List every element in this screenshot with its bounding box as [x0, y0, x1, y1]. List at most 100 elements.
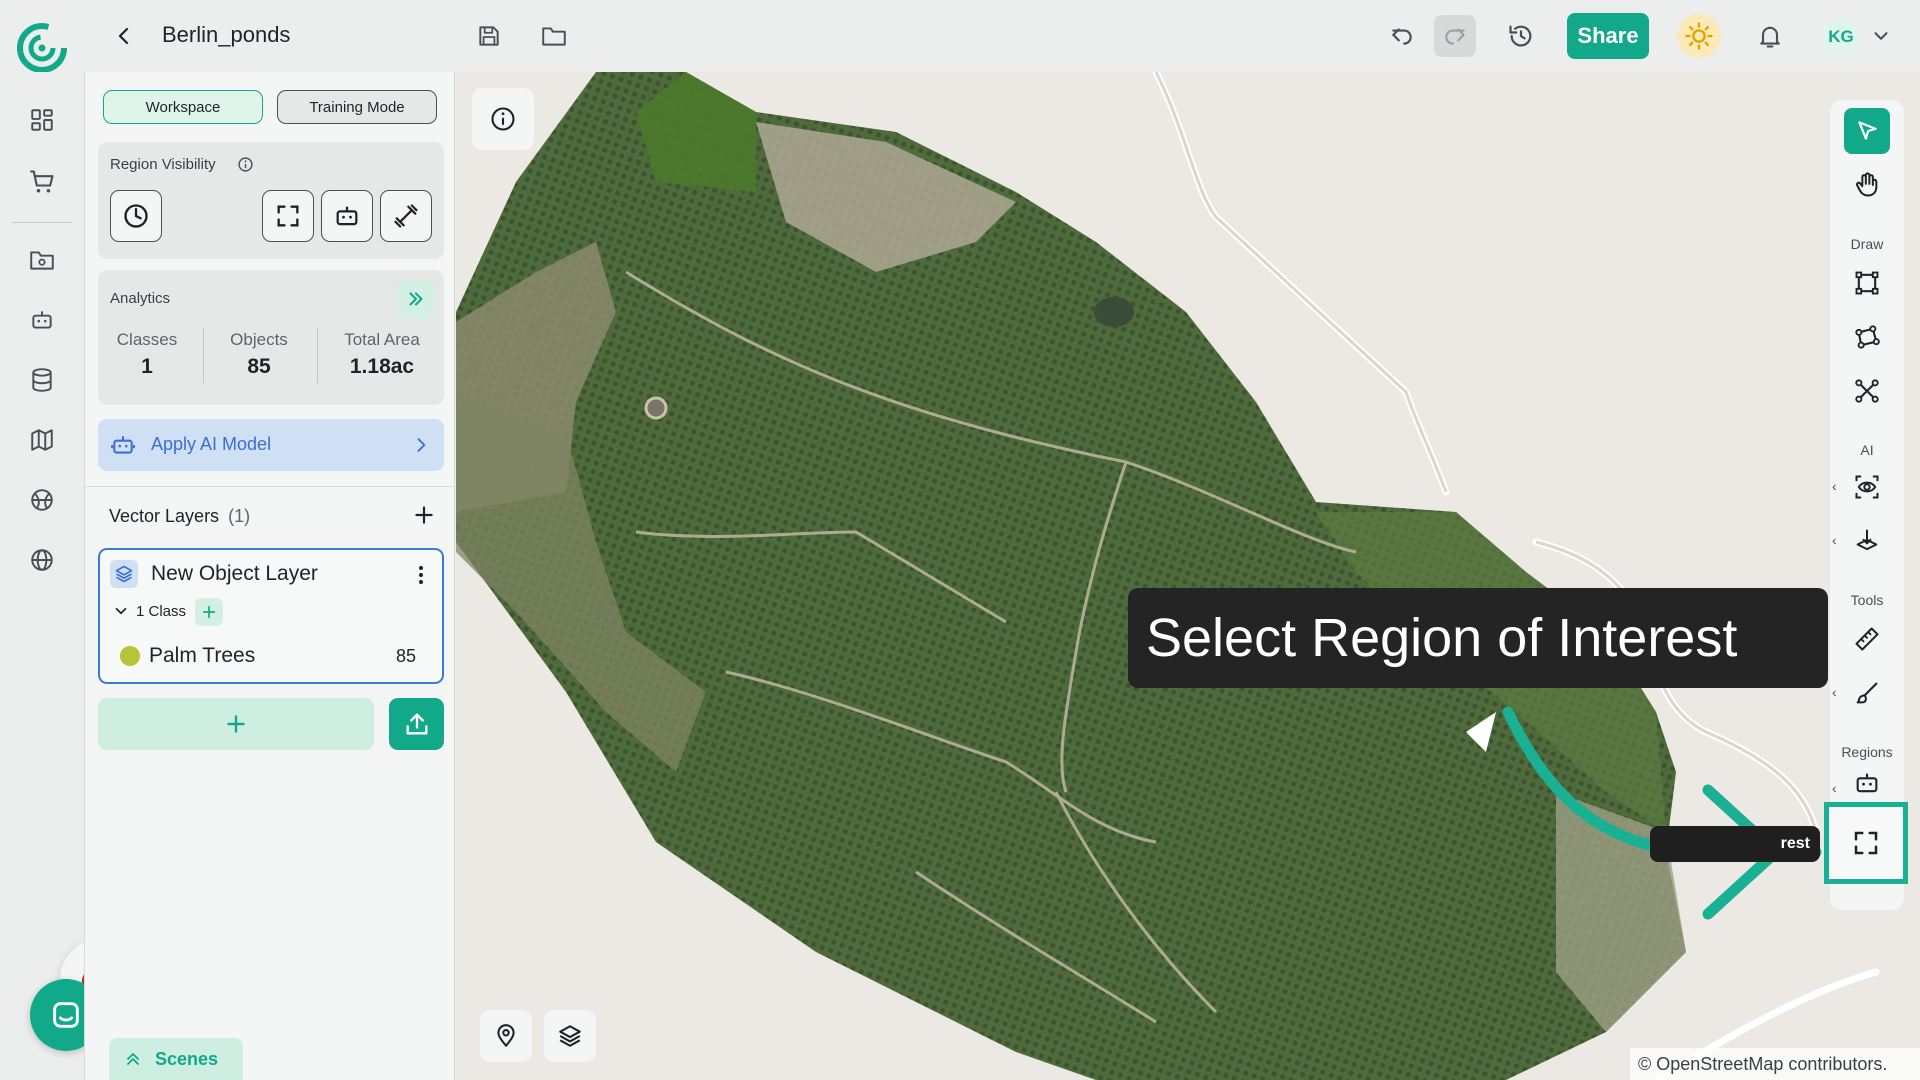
- chevron-left-icon[interactable]: ‹: [1832, 532, 1837, 548]
- database-icon[interactable]: [22, 360, 62, 400]
- collapse-classes-button[interactable]: [112, 602, 130, 620]
- add-layer-button[interactable]: [98, 698, 374, 750]
- region-visibility-title: Region Visibility: [110, 156, 216, 173]
- left-nav: g.: [0, 72, 144, 1080]
- brush-tool-button[interactable]: [1844, 670, 1890, 716]
- map-layers-button[interactable]: [544, 1010, 596, 1062]
- plus-icon: [202, 605, 216, 619]
- draw-polygon-button[interactable]: [1844, 314, 1890, 360]
- kebab-menu-icon: [419, 566, 423, 584]
- plus-icon: [415, 506, 433, 524]
- chat-icon: [53, 1002, 79, 1028]
- cursor-arrow-icon: [1858, 121, 1877, 140]
- info-icon: [491, 107, 515, 131]
- class-name[interactable]: Palm Trees: [149, 644, 255, 668]
- region-ai-visibility-button[interactable]: [321, 190, 373, 242]
- project-folder-icon[interactable]: [22, 240, 62, 280]
- project-title: Berlin_ponds: [162, 22, 291, 47]
- add-class-button[interactable]: [195, 598, 223, 626]
- save-icon: [479, 26, 499, 46]
- class-object-count: 85: [396, 646, 417, 666]
- ai-segment-button[interactable]: [1844, 518, 1890, 564]
- layer-menu-button[interactable]: [418, 564, 424, 586]
- class-count: 1 Class: [136, 603, 187, 620]
- hand-icon: [1856, 172, 1878, 197]
- eye-scan-icon: [1855, 475, 1879, 499]
- globe-icon[interactable]: [22, 540, 62, 580]
- scenes-drawer-toggle[interactable]: Scenes: [109, 1038, 243, 1080]
- stat-objects-value: 85: [247, 355, 271, 378]
- region-training-visibility-button[interactable]: [380, 190, 432, 242]
- select-region-of-interest-button[interactable]: [1824, 802, 1908, 884]
- analytics-expand-button[interactable]: [397, 280, 435, 318]
- robot-icon[interactable]: [22, 300, 62, 340]
- history-button[interactable]: [1500, 15, 1542, 57]
- chevron-left-icon[interactable]: ‹: [1832, 780, 1837, 796]
- apply-ai-model-button[interactable]: Apply AI Model: [98, 419, 444, 471]
- ai-detect-button[interactable]: [1844, 464, 1890, 510]
- measure-tool-button[interactable]: [1844, 616, 1890, 662]
- pan-tool-button[interactable]: [1844, 162, 1890, 208]
- basketball-globe-icon[interactable]: [22, 480, 62, 520]
- back-button[interactable]: [104, 16, 144, 56]
- layers-icon: [110, 560, 138, 588]
- stat-classes: Classes 1: [104, 330, 190, 379]
- brush-icon: [1856, 682, 1878, 704]
- vector-layers-title: Vector Layers (1): [109, 506, 250, 527]
- map-canvas[interactable]: © OpenStreetMap contributors.: [456, 72, 1920, 1080]
- draw-skeleton-button[interactable]: [1844, 368, 1890, 414]
- bell-icon: [1760, 26, 1780, 48]
- theme-toggle-button[interactable]: [1677, 14, 1721, 58]
- stat-classes-label: Classes: [116, 330, 178, 349]
- save-button[interactable]: [469, 16, 509, 56]
- ruler-icon: [1855, 627, 1879, 651]
- top-bar: Berlin_ponds Share KG: [0, 0, 1920, 74]
- right-toolbar: Draw AI ‹ ‹ Tools ‹ Regions ‹ ‹: [1830, 100, 1904, 910]
- user-avatar[interactable]: KG: [1822, 18, 1860, 56]
- share-button[interactable]: Share: [1567, 13, 1649, 59]
- map-icon[interactable]: [22, 420, 62, 460]
- dashboard-icon[interactable]: [22, 100, 62, 140]
- upload-layer-button[interactable]: [389, 698, 444, 750]
- class-color-swatch[interactable]: [120, 646, 140, 666]
- add-vector-layer-button[interactable]: [411, 502, 437, 528]
- ai-region-button[interactable]: [1844, 768, 1890, 798]
- draw-rectangle-button[interactable]: [1844, 260, 1890, 306]
- info-icon[interactable]: [237, 156, 254, 173]
- chevron-left-icon[interactable]: ‹: [1832, 684, 1837, 700]
- map-attribution: © OpenStreetMap contributors.: [1630, 1048, 1920, 1080]
- aerial-imagery: [456, 72, 1880, 1080]
- app-logo-icon[interactable]: [16, 22, 68, 74]
- region-roi-visibility-button[interactable]: [262, 190, 314, 242]
- tab-training-mode[interactable]: Training Mode: [277, 90, 437, 124]
- history-icon: [1509, 25, 1532, 47]
- tab-workspace[interactable]: Workspace: [103, 90, 263, 124]
- stat-objects-label: Objects: [230, 330, 288, 349]
- undo-button[interactable]: [1381, 15, 1423, 57]
- account-menu-chevron-icon[interactable]: [1870, 25, 1892, 47]
- section-label-regions: Regions: [1841, 744, 1893, 760]
- rectangle-draw-icon: [1855, 271, 1879, 295]
- layer-card[interactable]: New Object Layer 1 Class Palm Trees 85: [98, 548, 444, 684]
- notifications-button[interactable]: [1749, 15, 1791, 57]
- layer-name: New Object Layer: [151, 562, 318, 585]
- robot-icon: [110, 432, 136, 458]
- scenes-label: Scenes: [155, 1048, 219, 1069]
- chevron-left-icon: [118, 27, 129, 45]
- map-pin-icon: [497, 1024, 515, 1047]
- focus-frame-icon: [277, 205, 299, 227]
- select-tool-button[interactable]: [1844, 108, 1890, 154]
- visibility-toggle-button[interactable]: [110, 190, 162, 242]
- robot-icon: [336, 206, 358, 226]
- analytics-card: Analytics Classes 1 Objects 85 Total Are…: [98, 270, 444, 405]
- cart-icon[interactable]: [22, 162, 62, 202]
- map-info-button[interactable]: [472, 88, 534, 150]
- locate-button[interactable]: [480, 1010, 532, 1062]
- analytics-title: Analytics: [110, 290, 171, 307]
- vector-layers-label: Vector Layers: [109, 506, 220, 526]
- redo-button[interactable]: [1434, 15, 1476, 57]
- redo-icon: [1445, 28, 1465, 45]
- magic-click-icon: [1856, 529, 1878, 551]
- open-folder-button[interactable]: [534, 16, 574, 56]
- chevron-left-icon[interactable]: ‹: [1832, 478, 1837, 494]
